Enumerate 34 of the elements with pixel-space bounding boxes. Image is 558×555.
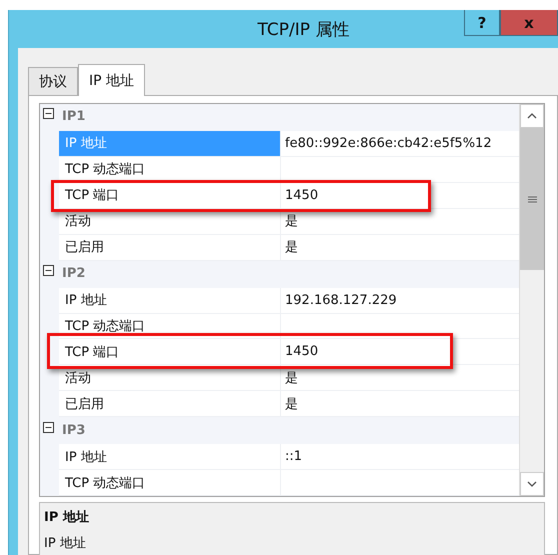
property-name[interactable]: IP 地址: [59, 288, 281, 312]
tab[interactable]: 协议: [28, 67, 78, 95]
scrollbar[interactable]: [519, 104, 544, 496]
property-value[interactable]: 1450: [281, 339, 519, 364]
property-name[interactable]: 已启用: [59, 234, 281, 260]
property-value[interactable]: 192.168.127.229: [281, 288, 519, 312]
window-title: TCP/IP 属性: [256, 18, 350, 40]
group-heading: IP1: [62, 109, 86, 124]
help-button[interactable]: ?: [464, 10, 500, 36]
collapse-icon[interactable]: [43, 265, 54, 276]
property-value[interactable]: 是: [281, 391, 519, 416]
property-name[interactable]: TCP 动态端口: [59, 156, 281, 182]
scroll-up-icon[interactable]: [520, 104, 544, 128]
property-value[interactable]: 是: [281, 365, 519, 390]
scroll-thumb[interactable]: [520, 128, 544, 270]
property-value[interactable]: fe80::992e:866e:cb42:e5f5%12: [281, 130, 519, 156]
close-button[interactable]: x: [500, 10, 558, 36]
description-title: IP 地址: [44, 509, 90, 526]
group-heading: IP3: [62, 422, 86, 438]
property-name[interactable]: IP 地址: [59, 444, 281, 470]
property-value[interactable]: ::1: [281, 444, 519, 470]
description-text: IP 地址: [44, 535, 87, 552]
property-value[interactable]: 是: [281, 234, 519, 260]
property-value[interactable]: 1450: [281, 182, 519, 208]
property-name[interactable]: TCP 端口: [59, 182, 281, 208]
collapse-icon[interactable]: [43, 108, 54, 120]
collapse-icon[interactable]: [43, 422, 54, 433]
property-name[interactable]: 已启用: [59, 391, 281, 416]
property-value[interactable]: [281, 156, 519, 182]
property-name[interactable]: TCP 动态端口: [59, 470, 281, 496]
group-heading: IP2: [62, 266, 86, 282]
property-name[interactable]: TCP 端口: [59, 339, 281, 364]
tab[interactable]: IP 地址: [78, 64, 146, 96]
scroll-down-icon[interactable]: [520, 472, 544, 496]
